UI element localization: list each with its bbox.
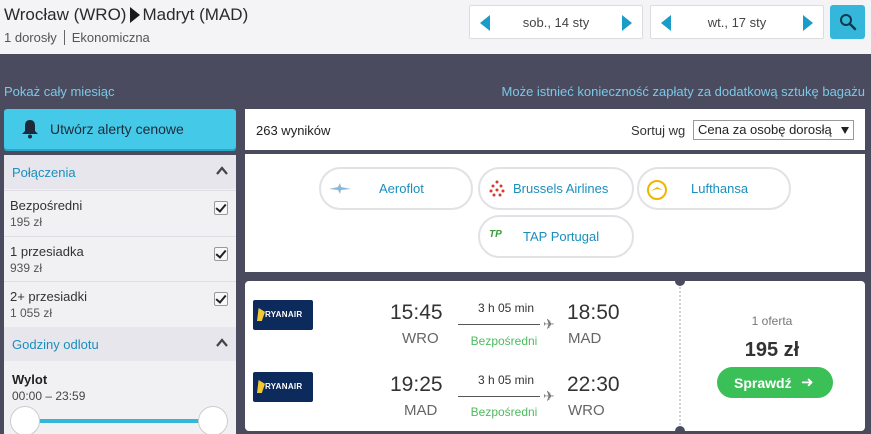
bell-icon bbox=[22, 120, 38, 139]
lufthansa-logo-icon bbox=[647, 180, 667, 200]
check-offer-label: Sprawdź bbox=[734, 375, 792, 391]
outbound-route-line bbox=[458, 324, 540, 325]
chevron-up-icon[interactable] bbox=[216, 165, 228, 177]
airline-name: Lufthansa bbox=[691, 181, 749, 196]
option-name: Bezpośredni bbox=[10, 198, 83, 213]
sort-label: Sortuj wg bbox=[631, 123, 686, 138]
inbound-stops: Bezpośredni bbox=[470, 405, 538, 419]
route-title[interactable]: Wrocław (WRO) Madryt (MAD) bbox=[4, 5, 248, 25]
direct-checkbox[interactable] bbox=[214, 201, 228, 215]
option-name: 2+ przesiadki bbox=[10, 289, 87, 304]
airline-pill-tap-portugal[interactable]: TP TAP Portugal bbox=[478, 215, 634, 258]
departure-times-filter-header[interactable]: Godziny odlotu bbox=[4, 327, 236, 361]
inbound-departure-code: MAD bbox=[404, 402, 438, 419]
harp-icon bbox=[257, 308, 265, 321]
brussels-airlines-logo-icon bbox=[489, 180, 505, 197]
connections-title: Połączenia bbox=[12, 165, 76, 180]
option-price: 195 zł bbox=[10, 215, 43, 229]
outbound-arrival-time: 18:50 bbox=[567, 301, 620, 324]
plane-icon: ✈ bbox=[543, 388, 555, 404]
alert-label: Utwórz alerty cenowe bbox=[50, 121, 184, 137]
inbound-route-line bbox=[458, 396, 540, 397]
outbound-duration: 3 h 05 min bbox=[477, 301, 535, 315]
filter-option-direct[interactable]: Bezpośredni 195 zł bbox=[4, 190, 236, 235]
departure-slider-min-handle[interactable] bbox=[10, 406, 40, 434]
outbound-departure-time: 15:45 bbox=[390, 301, 443, 324]
flight-result-card[interactable]: RYANAIR 15:45 WRO 3 h 05 min ✈ Bezpośred… bbox=[245, 276, 865, 434]
baggage-notice-link[interactable]: Może istnieć konieczność zapłaty za doda… bbox=[502, 84, 865, 99]
filter-option-two-plus-stops[interactable]: 2+ przesiadki 1 055 zł bbox=[4, 281, 236, 326]
show-month-link[interactable]: Pokaż cały miesiąc bbox=[4, 84, 115, 99]
inbound-departure-time: 19:25 bbox=[390, 373, 443, 396]
ticket-notch bbox=[675, 426, 685, 434]
ryanair-logo: RYANAIR bbox=[253, 300, 313, 330]
arrow-right-icon: ➜ bbox=[801, 374, 814, 391]
return-date-picker[interactable]: wt., 17 sty bbox=[650, 5, 824, 39]
carrier-logo-text: RYANAIR bbox=[265, 310, 303, 319]
airline-pill-brussels-airlines[interactable]: Brussels Airlines bbox=[478, 167, 634, 210]
sort-select[interactable]: Cena za osobę dorosłą bbox=[693, 120, 854, 140]
aeroflot-logo-icon bbox=[329, 183, 351, 194]
return-date-label: wt., 17 sty bbox=[707, 15, 767, 30]
ryanair-logo: RYANAIR bbox=[253, 372, 313, 402]
plane-icon: ✈ bbox=[543, 316, 555, 332]
departure-slider-max-handle[interactable] bbox=[198, 406, 228, 434]
divider bbox=[63, 30, 65, 45]
ticket-notch bbox=[675, 276, 685, 286]
filters-sidebar: Połączenia Bezpośredni 195 zł 1 przesiad… bbox=[4, 155, 236, 434]
search-icon bbox=[840, 14, 857, 31]
cabin-label: Ekonomiczna bbox=[71, 30, 150, 45]
departure-range: 00:00 – 23:59 bbox=[12, 389, 86, 403]
inbound-arrival-time: 22:30 bbox=[567, 373, 620, 396]
search-summary-header: Wrocław (WRO) Madryt (MAD) 1 dorosły Eko… bbox=[0, 0, 871, 54]
filter-option-one-stop[interactable]: 1 przesiadka 939 zł bbox=[4, 236, 236, 281]
departure-slider-track[interactable] bbox=[22, 419, 217, 423]
two-plus-stops-checkbox[interactable] bbox=[214, 292, 228, 306]
outbound-stops: Bezpośredni bbox=[470, 334, 538, 348]
inbound-duration: 3 h 05 min bbox=[477, 373, 535, 387]
tap-portugal-logo-icon: TP bbox=[489, 229, 502, 240]
passengers-label: 1 dorosły bbox=[4, 30, 57, 45]
airline-name: Brussels Airlines bbox=[513, 181, 609, 196]
results-count: 263 wyników bbox=[256, 123, 331, 138]
next-day-icon[interactable] bbox=[622, 15, 632, 31]
airline-name: TAP Portugal bbox=[523, 229, 600, 244]
offer-count: 1 oferta bbox=[751, 314, 793, 328]
check-offer-button[interactable]: Sprawdź ➜ bbox=[717, 367, 833, 398]
next-day-icon[interactable] bbox=[803, 15, 813, 31]
depart-date-label: sob., 14 sty bbox=[522, 15, 590, 30]
departure-label: Wylot bbox=[12, 372, 48, 387]
route-arrow-icon bbox=[130, 7, 141, 23]
results-toolbar: 263 wyników Sortuj wg Cena za osobę doro… bbox=[245, 109, 865, 150]
airline-filter-panel: Aeroflot Brussels Airlines Lufthansa TP … bbox=[245, 154, 865, 272]
search-button[interactable] bbox=[830, 5, 865, 39]
inbound-arrival-code: WRO bbox=[568, 402, 605, 419]
option-price: 939 zł bbox=[10, 261, 43, 275]
option-name: 1 przesiadka bbox=[10, 244, 84, 259]
carrier-logo-text: RYANAIR bbox=[265, 382, 303, 391]
outbound-arrival-code: MAD bbox=[568, 330, 602, 347]
origin-label: Wrocław (WRO) bbox=[4, 5, 127, 24]
departure-times-title: Godziny odlotu bbox=[12, 337, 99, 352]
sort-value: Cena za osobę dorosłą bbox=[698, 122, 832, 137]
airline-pill-lufthansa[interactable]: Lufthansa bbox=[637, 167, 791, 210]
one-stop-checkbox[interactable] bbox=[214, 247, 228, 261]
create-price-alert-button[interactable]: Utwórz alerty cenowe bbox=[4, 109, 236, 149]
harp-icon bbox=[257, 380, 265, 393]
trip-details: 1 dorosły Ekonomiczna bbox=[4, 30, 150, 45]
airline-pill-aeroflot[interactable]: Aeroflot bbox=[319, 167, 473, 210]
offer-price: 195 zł bbox=[744, 339, 800, 361]
depart-date-picker[interactable]: sob., 14 sty bbox=[469, 5, 643, 39]
dropdown-caret-icon bbox=[841, 127, 849, 134]
outbound-departure-code: WRO bbox=[402, 330, 439, 347]
chevron-up-icon[interactable] bbox=[216, 337, 228, 349]
option-price: 1 055 zł bbox=[10, 306, 53, 320]
airline-name: Aeroflot bbox=[379, 181, 424, 196]
connections-filter-header[interactable]: Połączenia bbox=[4, 155, 236, 189]
destination-label: Madryt (MAD) bbox=[142, 5, 249, 24]
